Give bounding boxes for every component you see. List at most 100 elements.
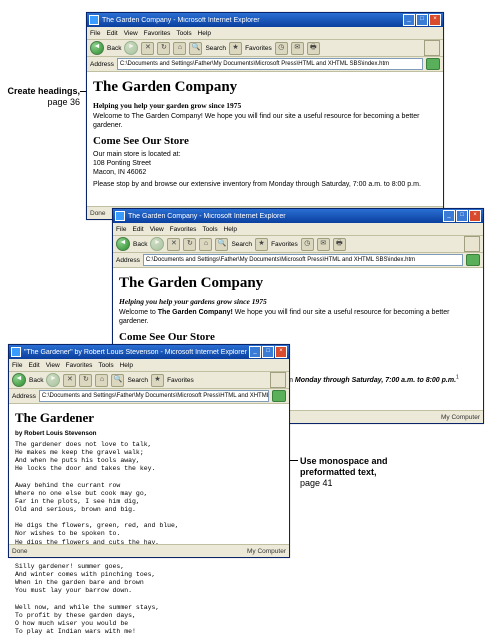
menu-help[interactable]: Help xyxy=(224,226,237,233)
menu-view[interactable]: View xyxy=(46,362,60,369)
menubar: File Edit View Favorites Tools Help xyxy=(113,223,483,236)
browser-window-3: "The Gardener" by Robert Louis Stevenson… xyxy=(8,344,290,558)
back-button[interactable]: ◄ xyxy=(116,237,130,251)
maximize-button[interactable]: □ xyxy=(416,14,428,26)
window-title: The Garden Company - Microsoft Internet … xyxy=(102,17,403,24)
go-button[interactable] xyxy=(426,58,440,70)
stop-button[interactable]: ✕ xyxy=(167,238,180,251)
intro-text: Helping you help your gardens grow since… xyxy=(119,297,477,306)
toolbar: ◄ Back ► ✕ ↻ ⌂ 🔍 Search ★ Favorites xyxy=(9,372,289,389)
address-bar: Address C:\Documents and Settings\Father… xyxy=(87,57,443,72)
address-label: Address xyxy=(116,257,140,264)
back-label: Back xyxy=(133,241,147,248)
menu-view[interactable]: View xyxy=(124,30,138,37)
stop-button[interactable]: ✕ xyxy=(141,42,154,55)
address-label: Address xyxy=(12,393,36,400)
forward-button[interactable]: ► xyxy=(46,373,60,387)
favorites-icon[interactable]: ★ xyxy=(229,42,242,55)
minimize-button[interactable]: _ xyxy=(443,210,455,222)
search-icon[interactable]: 🔍 xyxy=(215,238,228,251)
search-label: Search xyxy=(127,377,148,384)
favorites-icon[interactable]: ★ xyxy=(255,238,268,251)
status-zone: My Computer xyxy=(441,414,480,421)
page-h1: The Gardener xyxy=(15,410,283,426)
refresh-button[interactable]: ↻ xyxy=(183,238,196,251)
menu-tools[interactable]: Tools xyxy=(202,226,217,233)
refresh-button[interactable]: ↻ xyxy=(157,42,170,55)
search-icon[interactable]: 🔍 xyxy=(111,374,124,387)
menu-tools[interactable]: Tools xyxy=(98,362,113,369)
favorites-label: Favorites xyxy=(245,45,272,52)
address-label: Address xyxy=(90,61,114,68)
close-button[interactable]: × xyxy=(469,210,481,222)
menu-help[interactable]: Help xyxy=(120,362,133,369)
menu-edit[interactable]: Edit xyxy=(106,30,117,37)
back-button[interactable]: ◄ xyxy=(90,41,104,55)
menubar: File Edit View Favorites Tools Help xyxy=(87,27,443,40)
menu-view[interactable]: View xyxy=(150,226,164,233)
go-button[interactable] xyxy=(466,254,480,266)
history-button[interactable]: ◷ xyxy=(301,238,314,251)
maximize-button[interactable]: □ xyxy=(456,210,468,222)
ie-icon xyxy=(115,211,125,221)
menu-favorites[interactable]: Favorites xyxy=(170,226,197,233)
menu-file[interactable]: File xyxy=(90,30,100,37)
history-button[interactable]: ◷ xyxy=(275,42,288,55)
close-button[interactable]: × xyxy=(429,14,441,26)
mail-button[interactable]: ✉ xyxy=(317,238,330,251)
hours-text: Please stop by and browse our extensive … xyxy=(93,181,437,190)
menu-favorites[interactable]: Favorites xyxy=(66,362,93,369)
favorites-label: Favorites xyxy=(271,241,298,248)
address-field[interactable]: C:\Documents and Settings\Father\My Docu… xyxy=(117,58,423,70)
window-title: "The Gardener" by Robert Louis Stevenson… xyxy=(24,349,249,356)
print-button[interactable]: 🖶 xyxy=(307,42,320,55)
search-label: Search xyxy=(205,45,226,52)
forward-button[interactable]: ► xyxy=(150,237,164,251)
page-h2: Come See Our Store xyxy=(93,135,437,149)
menu-edit[interactable]: Edit xyxy=(132,226,143,233)
home-button[interactable]: ⌂ xyxy=(95,374,108,387)
stop-button[interactable]: ✕ xyxy=(63,374,76,387)
byline: by Robert Louis Stevenson xyxy=(15,430,283,438)
store-address: Our main store is located at: 108 Pontin… xyxy=(93,151,437,177)
throbber-icon xyxy=(270,372,286,388)
menu-file[interactable]: File xyxy=(12,362,22,369)
intro-text: Helping you help your garden grow since … xyxy=(93,101,437,110)
go-button[interactable] xyxy=(272,390,286,402)
refresh-button[interactable]: ↻ xyxy=(79,374,92,387)
back-button[interactable]: ◄ xyxy=(12,373,26,387)
menu-help[interactable]: Help xyxy=(198,30,211,37)
search-icon[interactable]: 🔍 xyxy=(189,42,202,55)
close-button[interactable]: × xyxy=(275,346,287,358)
poem-text: The gardener does not love to talk, He m… xyxy=(15,441,283,636)
address-field[interactable]: C:\Documents and Settings\Father\My Docu… xyxy=(143,254,463,266)
status-done: Done xyxy=(12,548,28,555)
home-button[interactable]: ⌂ xyxy=(199,238,212,251)
titlebar: "The Gardener" by Robert Louis Stevenson… xyxy=(9,345,289,359)
status-done: Done xyxy=(90,210,106,217)
titlebar: The Garden Company - Microsoft Internet … xyxy=(113,209,483,223)
minimize-button[interactable]: _ xyxy=(249,346,261,358)
toolbar: ◄ Back ► ✕ ↻ ⌂ 🔍 Search ★ Favorites ◷ ✉ … xyxy=(113,236,483,253)
forward-button[interactable]: ► xyxy=(124,41,138,55)
status-zone: My Computer xyxy=(247,548,286,555)
favorites-icon[interactable]: ★ xyxy=(151,374,164,387)
favorites-label: Favorites xyxy=(167,377,194,384)
mail-button[interactable]: ✉ xyxy=(291,42,304,55)
minimize-button[interactable]: _ xyxy=(403,14,415,26)
home-button[interactable]: ⌂ xyxy=(173,42,186,55)
browser-window-1: The Garden Company - Microsoft Internet … xyxy=(86,12,444,220)
menu-file[interactable]: File xyxy=(116,226,126,233)
maximize-button[interactable]: □ xyxy=(262,346,274,358)
toolbar: ◄ Back ► ✕ ↻ ⌂ 🔍 Search ★ Favorites ◷ ✉ … xyxy=(87,40,443,57)
window-title: The Garden Company - Microsoft Internet … xyxy=(128,213,443,220)
menu-tools[interactable]: Tools xyxy=(176,30,191,37)
back-label: Back xyxy=(107,45,121,52)
menu-favorites[interactable]: Favorites xyxy=(144,30,171,37)
print-button[interactable]: 🖶 xyxy=(333,238,346,251)
page-h1: The Garden Company xyxy=(93,78,437,97)
page-h2: Come See Our Store xyxy=(119,331,477,345)
address-bar: Address C:\Documents and Settings\Father… xyxy=(113,253,483,268)
address-field[interactable]: C:\Documents and Settings\Father\My Docu… xyxy=(39,390,269,402)
menu-edit[interactable]: Edit xyxy=(28,362,39,369)
